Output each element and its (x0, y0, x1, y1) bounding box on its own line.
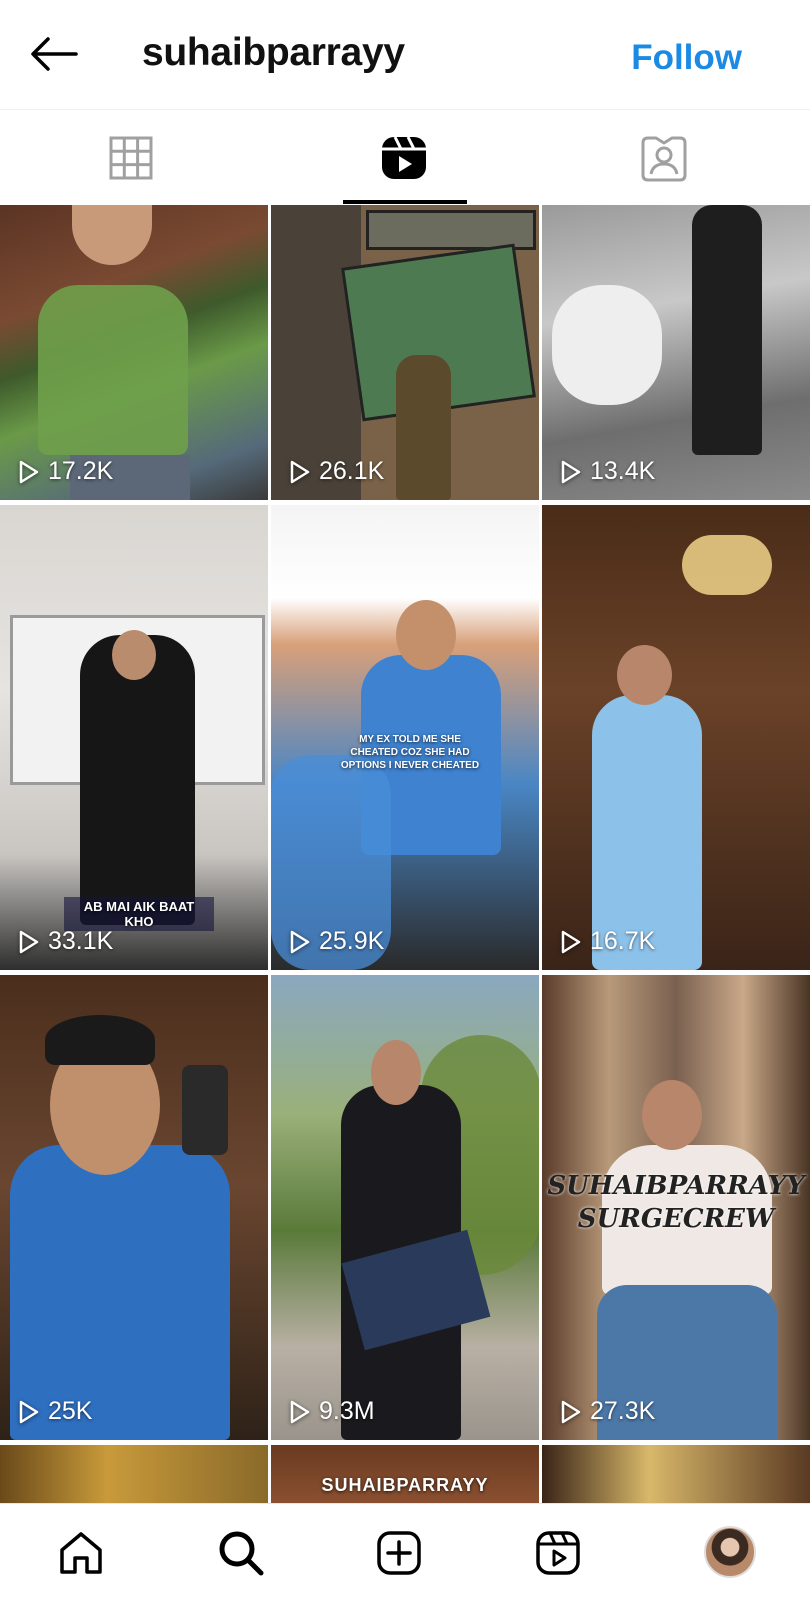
thumbnail-figure (396, 355, 451, 500)
view-count: 16.7K (560, 927, 655, 956)
play-icon (19, 930, 39, 953)
thumbnail-figure (617, 645, 672, 705)
home-icon (60, 1532, 102, 1574)
thumbnail-figure (182, 1065, 228, 1155)
reel-thumbnail[interactable]: 25K (0, 975, 268, 1440)
nav-search[interactable] (216, 1528, 266, 1578)
view-count-label: 13.4K (590, 457, 656, 485)
view-count-label: 25.9K (319, 927, 385, 955)
reels-profile-screen: suhaibparrayy Follow 17.2K 26.1K 13.4K A… (0, 0, 810, 1600)
nav-reels[interactable] (533, 1528, 583, 1578)
thumbnail-figure (371, 1040, 421, 1105)
reels-grid: 17.2K 26.1K 13.4K AB MAI AIK BAAT KHO 33… (0, 205, 810, 1503)
tagged-person-icon (641, 136, 687, 182)
view-count: 13.4K (560, 457, 655, 486)
reel-thumbnail[interactable]: SUHAIBPARRAYY (271, 1445, 539, 1503)
view-count-label: 26.1K (319, 457, 385, 485)
back-button[interactable] (28, 34, 80, 74)
reel-thumbnail[interactable] (542, 1445, 810, 1503)
view-count: 9.3M (289, 1397, 375, 1426)
profile-tabs (0, 110, 810, 204)
thumbnail-figure (682, 535, 772, 595)
play-icon (290, 460, 310, 483)
reels-icon (382, 136, 426, 179)
active-tab-indicator (343, 200, 467, 204)
tab-tagged[interactable] (638, 132, 690, 184)
thumbnail-figure (642, 1080, 702, 1150)
reel-thumbnail[interactable]: 13.4K (542, 205, 810, 500)
nav-create[interactable] (374, 1528, 424, 1578)
nav-home[interactable] (56, 1528, 106, 1578)
reel-thumbnail[interactable]: 26.1K (271, 205, 539, 500)
thumbnail-figure (396, 600, 456, 670)
add-square-icon (377, 1531, 421, 1575)
view-count-label: 16.7K (590, 927, 656, 955)
thumbnail-figure (10, 1145, 230, 1440)
profile-username: suhaibparrayy (142, 31, 405, 74)
tab-posts[interactable] (105, 132, 157, 184)
tab-reels[interactable] (378, 132, 430, 184)
view-count: 26.1K (289, 457, 384, 486)
view-count-label: 9.3M (319, 1397, 375, 1425)
reels-icon (536, 1531, 580, 1575)
view-count-label: 27.3K (590, 1397, 656, 1425)
reel-thumbnail[interactable]: MY EX TOLD ME SHE CHEATED COZ SHE HAD OP… (271, 505, 539, 970)
play-icon (561, 930, 581, 953)
top-bar: suhaibparrayy Follow (0, 0, 810, 110)
arrow-left-icon (31, 37, 78, 71)
thumbnail-figure (552, 285, 662, 405)
reel-caption-overlay: AB MAI AIK BAAT KHO (64, 897, 214, 931)
play-icon (290, 1400, 310, 1423)
view-count: 25K (18, 1397, 92, 1426)
thumbnail-figure (271, 205, 361, 500)
view-count-label: 33.1K (48, 927, 114, 955)
bottom-navigation (0, 1503, 810, 1600)
reel-thumbnail[interactable]: 17.2K (0, 205, 268, 500)
thumbnail-figure (45, 1015, 155, 1065)
reel-caption-overlay: SUHAIBPARRAYY SURGECREW (547, 1171, 805, 1234)
play-icon (561, 460, 581, 483)
thumbnail-figure (112, 630, 156, 680)
thumbnail-figure (692, 205, 762, 455)
thumbnail-figure (38, 285, 188, 455)
search-icon (219, 1531, 264, 1576)
reel-caption-overlay: MY EX TOLD ME SHE CHEATED COZ SHE HAD OP… (340, 734, 480, 771)
reel-thumbnail[interactable]: 9.3M (271, 975, 539, 1440)
follow-button[interactable]: Follow (631, 38, 742, 78)
view-count: 25.9K (289, 927, 384, 956)
play-icon (561, 1400, 581, 1423)
reel-thumbnail[interactable] (0, 1445, 268, 1503)
view-count-label: 17.2K (48, 457, 114, 485)
thumbnail-figure (72, 205, 152, 265)
view-count: 33.1K (18, 927, 113, 956)
nav-profile-avatar[interactable] (704, 1526, 756, 1578)
play-icon (19, 460, 39, 483)
reel-thumbnail[interactable]: 16.7K (542, 505, 810, 970)
view-count: 17.2K (18, 457, 113, 486)
view-count-label: 25K (48, 1397, 93, 1425)
play-icon (19, 1400, 39, 1423)
reel-caption-overlay: SUHAIBPARRAYY (321, 1475, 489, 1495)
reel-thumbnail[interactable]: AB MAI AIK BAAT KHO 33.1K (0, 505, 268, 970)
play-icon (290, 930, 310, 953)
reel-thumbnail[interactable]: SUHAIBPARRAYY SURGECREW 27.3K (542, 975, 810, 1440)
view-count: 27.3K (560, 1397, 655, 1426)
grid-icon (109, 136, 153, 180)
